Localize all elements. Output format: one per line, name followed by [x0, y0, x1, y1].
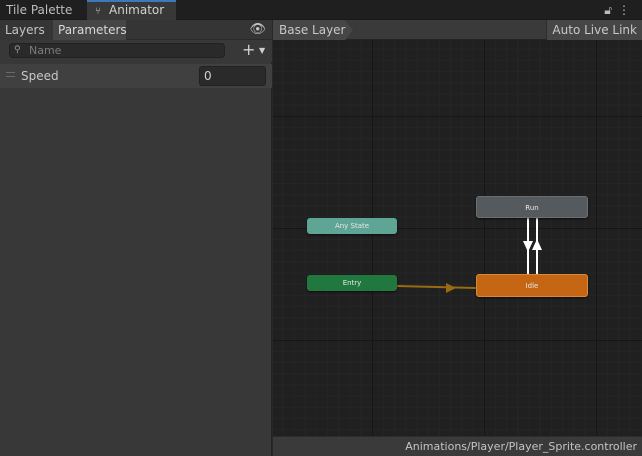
- entry-node[interactable]: Entry: [307, 275, 397, 291]
- tab-layers[interactable]: Layers: [0, 20, 53, 40]
- animator-graph[interactable]: Base Layer Auto Live Link Any State Entr…: [273, 20, 642, 456]
- idle-state-node[interactable]: Idle: [476, 274, 588, 297]
- tab-animator-label: Animator: [109, 3, 165, 17]
- graph-toolbar: Base Layer Auto Live Link: [273, 20, 642, 40]
- transitions: [396, 218, 542, 293]
- lock-icon[interactable]: 🔓︎: [604, 3, 618, 17]
- tab-tile-palette-label: Tile Palette: [6, 3, 73, 17]
- parameter-name[interactable]: Speed: [21, 64, 59, 88]
- entry-transition[interactable]: [396, 283, 477, 293]
- parameter-value-field[interactable]: 0: [199, 66, 266, 86]
- add-parameter-button[interactable]: +: [242, 41, 255, 59]
- chevron-down-icon[interactable]: ▼: [259, 42, 265, 60]
- tab-tile-palette[interactable]: Tile Palette: [0, 0, 87, 20]
- parameter-row[interactable]: Speed 0: [0, 64, 272, 88]
- search-row: ⚲ Name + ▼: [0, 40, 272, 62]
- controller-path-status: Animations/Player/Player_Sprite.controll…: [273, 436, 642, 456]
- drag-handle-icon[interactable]: [6, 72, 15, 77]
- breadcrumb-base-layer[interactable]: Base Layer: [273, 20, 353, 40]
- kebab-menu-icon[interactable]: ⋮: [618, 3, 636, 17]
- search-icon: ⚲: [14, 45, 21, 55]
- window-controls: 🔓︎⋮: [604, 0, 636, 20]
- eye-icon[interactable]: 👁︎: [249, 20, 266, 40]
- parameters-panel: Layers Parameters 👁︎ ⚲ Name + ▼ Speed 0: [0, 20, 272, 456]
- auto-live-link-button[interactable]: Auto Live Link: [546, 20, 642, 40]
- animator-graph-icon: ⑂: [95, 6, 101, 17]
- panel-tabs: Layers Parameters 👁︎: [0, 20, 272, 40]
- run-state-node[interactable]: Run: [476, 196, 588, 218]
- tab-parameters-label: Parameters: [58, 23, 127, 37]
- idle-to-run-transition[interactable]: [532, 218, 542, 274]
- tab-layers-label: Layers: [5, 23, 45, 37]
- tab-parameters[interactable]: Parameters: [53, 20, 127, 40]
- window-tab-bar: Tile Palette ⑂ Animator 🔓︎⋮: [0, 0, 642, 20]
- search-input[interactable]: ⚲ Name: [9, 43, 225, 58]
- any-state-node[interactable]: Any State: [307, 218, 397, 234]
- search-placeholder: Name: [29, 44, 62, 57]
- tab-animator[interactable]: ⑂ Animator: [87, 0, 176, 20]
- run-to-idle-transition[interactable]: [523, 218, 533, 274]
